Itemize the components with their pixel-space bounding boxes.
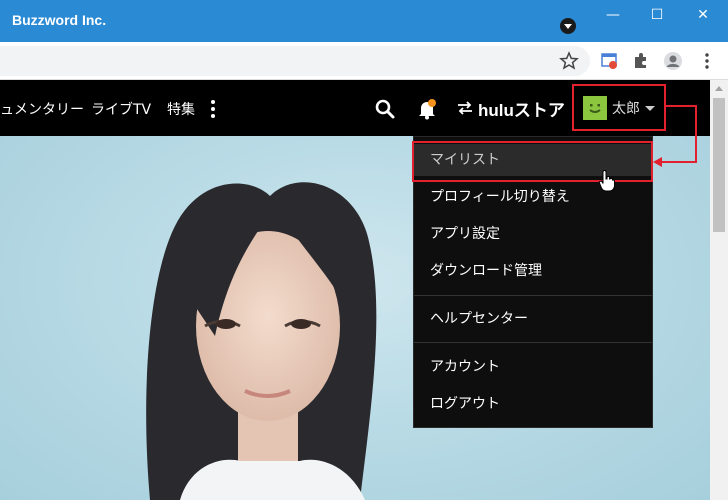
minimize-button[interactable]: —	[598, 4, 628, 26]
more-menu-icon[interactable]	[211, 100, 215, 118]
extension-page-icon[interactable]	[599, 51, 619, 71]
search-icon[interactable]	[374, 98, 396, 120]
annotation-arrow-icon	[653, 105, 697, 167]
annotation-mylist-highlight	[412, 141, 653, 182]
hand-cursor-icon	[598, 170, 615, 192]
maximize-button[interactable]: ☐	[642, 4, 672, 26]
menu-divider	[414, 342, 652, 343]
tab-search-icon[interactable]	[560, 18, 576, 34]
menu-item-download-management[interactable]: ダウンロード管理	[414, 255, 652, 287]
switch-arrows-icon	[458, 101, 472, 115]
extensions-puzzle-icon[interactable]	[631, 51, 651, 71]
page-scrollbar[interactable]	[710, 80, 728, 500]
menu-item-app-settings[interactable]: アプリ設定	[414, 218, 652, 250]
scroll-up-arrow-icon[interactable]	[715, 86, 723, 91]
menu-item-logout[interactable]: ログアウト	[414, 388, 652, 420]
menu-item-account[interactable]: アカウント	[414, 351, 652, 383]
browser-toolbar	[0, 42, 728, 80]
menu-item-help-center[interactable]: ヘルプセンター	[414, 303, 652, 335]
window-titlebar: Buzzword Inc. — ☐ ✕	[0, 0, 728, 42]
address-bar[interactable]	[0, 46, 590, 76]
notification-bell-icon[interactable]	[416, 98, 438, 120]
nav-item-features[interactable]: 特集	[167, 99, 195, 119]
nav-item-documentary[interactable]: ュメンタリー	[0, 99, 84, 119]
hulu-store-link[interactable]: huluストア	[478, 96, 565, 121]
window-title: Buzzword Inc.	[12, 12, 107, 28]
browser-menu-icon[interactable]	[697, 51, 717, 71]
scroll-thumb[interactable]	[713, 98, 725, 232]
close-button[interactable]: ✕	[688, 4, 718, 26]
bookmark-star-icon[interactable]	[559, 51, 579, 71]
menu-divider	[414, 295, 652, 296]
nav-item-live-tv[interactable]: ライブTV	[91, 99, 151, 119]
menu-item-switch-profile[interactable]: プロフィール切り替え	[414, 181, 652, 213]
profile-avatar-icon[interactable]	[663, 51, 683, 71]
